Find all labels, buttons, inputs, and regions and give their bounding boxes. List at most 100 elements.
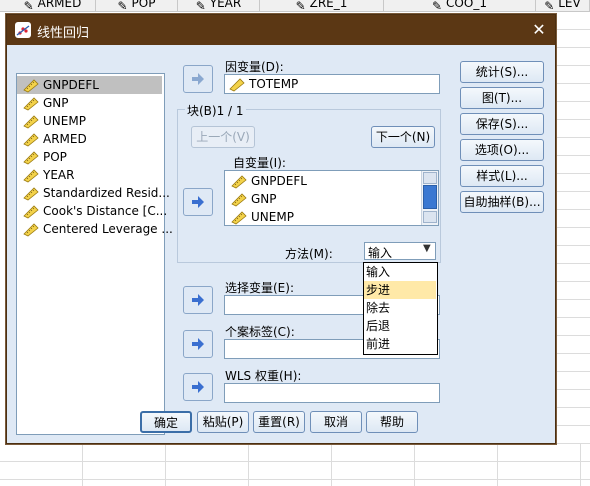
source-variable-item[interactable]: GNP xyxy=(17,94,162,112)
method-option[interactable]: 输入 xyxy=(364,263,436,281)
independent-variable-item[interactable]: GNPDEFL xyxy=(225,172,307,190)
ruler-icon xyxy=(229,78,245,92)
method-select[interactable]: 输入 ▼ xyxy=(364,242,436,260)
source-variable-label: Centered Leverage ... xyxy=(43,222,173,236)
scroll-up-button[interactable] xyxy=(423,172,437,184)
close-button[interactable]: ✕ xyxy=(529,20,549,40)
column-header-coo1[interactable]: ✎ COO_1 xyxy=(384,0,536,12)
source-variable-item[interactable]: Standardized Resid... xyxy=(17,184,170,202)
linear-regression-dialog: 线性回归 ✕ GNPDEFL GNP UNEMP ARMED POP YEAR Standa… xyxy=(6,14,556,444)
independent-label: 自变量(I): xyxy=(233,156,286,170)
column-header-zre1[interactable]: ✎ ZRE_1 xyxy=(260,0,384,12)
move-to-independent-button[interactable] xyxy=(183,188,213,216)
source-variable-label: Cook's Distance [C... xyxy=(43,204,168,218)
source-variable-item[interactable]: Centered Leverage ... xyxy=(17,220,173,238)
ruler-icon xyxy=(23,204,39,218)
dependent-field[interactable]: TOTEMP xyxy=(224,74,440,94)
ruler-icon: ✎ xyxy=(23,0,34,12)
source-variable-item[interactable]: YEAR xyxy=(17,166,162,184)
case-label: 个案标签(C): xyxy=(225,325,295,339)
next-block-button[interactable]: 下一个(N) xyxy=(371,126,435,148)
spreadsheet-header: ✎ ARMED ✎ POP ✎ YEAR ✎ ZRE_1 ✎ COO_1 ✎ LEV xyxy=(0,0,590,12)
wls-label: WLS 权重(H): xyxy=(225,369,302,383)
help-button[interactable]: 帮助 xyxy=(366,411,418,433)
independent-variable-item[interactable]: GNP xyxy=(225,190,277,208)
source-variable-item[interactable]: Cook's Distance [C... xyxy=(17,202,167,220)
source-variable-label: ARMED xyxy=(43,132,87,146)
method-option[interactable]: 前进 xyxy=(364,335,436,353)
independent-variable-label: GNP xyxy=(251,192,277,206)
source-variable-label: GNP xyxy=(43,96,69,110)
ruler-icon xyxy=(23,222,39,236)
right-arrow-icon xyxy=(192,196,204,208)
scroll-thumb[interactable] xyxy=(423,185,437,209)
move-to-dependent-button[interactable] xyxy=(183,65,213,93)
dependent-value: TOTEMP xyxy=(249,77,299,91)
block-label: 块(B)1 / 1 xyxy=(185,102,246,119)
independent-scrollbar[interactable] xyxy=(421,171,438,225)
ok-button[interactable]: 确定 xyxy=(140,411,192,433)
statistics-button[interactable]: 统计(S)... xyxy=(460,61,544,83)
dialog-title: 线性回归 xyxy=(37,26,90,41)
move-to-wls-button[interactable] xyxy=(183,373,213,401)
move-to-selection-button[interactable] xyxy=(183,286,213,314)
method-option[interactable]: 后退 xyxy=(364,317,436,335)
cancel-button[interactable]: 取消 xyxy=(310,411,362,433)
ruler-icon: ✎ xyxy=(117,0,128,12)
ruler-icon: ✎ xyxy=(195,0,206,12)
ruler-icon xyxy=(23,150,39,164)
plots-button[interactable]: 图(T)... xyxy=(460,87,544,109)
options-button[interactable]: 选项(O)... xyxy=(460,139,544,161)
source-variable-item[interactable]: ARMED xyxy=(17,130,162,148)
previous-block-button[interactable]: 上一个(V) xyxy=(191,126,255,148)
paste-button[interactable]: 粘贴(P) xyxy=(197,411,249,433)
ruler-icon xyxy=(23,96,39,110)
column-header-armed[interactable]: ✎ ARMED xyxy=(10,0,96,12)
independent-variable-list[interactable]: GNPDEFL GNP UNEMP xyxy=(224,170,439,226)
source-variable-item[interactable]: GNPDEFL xyxy=(17,76,162,94)
source-variable-item[interactable]: UNEMP xyxy=(17,112,162,130)
spreadsheet-grid xyxy=(552,12,590,486)
method-label: 方法(M): xyxy=(285,247,333,261)
source-variable-list[interactable]: GNPDEFL GNP UNEMP ARMED POP YEAR Standardized … xyxy=(16,73,173,435)
right-arrow-icon xyxy=(192,338,204,350)
ruler-icon: ✎ xyxy=(295,0,306,12)
ruler-icon xyxy=(231,174,247,188)
right-arrow-icon xyxy=(192,73,204,85)
source-variable-label: YEAR xyxy=(43,168,75,182)
method-option[interactable]: 除去 xyxy=(364,299,436,317)
ruler-icon: ✎ xyxy=(432,0,443,12)
ruler-icon xyxy=(23,168,39,182)
method-dropdown-list[interactable]: 输入 步进 除去 后退 前进 xyxy=(363,262,438,355)
reset-button[interactable]: 重置(R) xyxy=(253,411,305,433)
column-header-lev[interactable]: ✎ LEV xyxy=(536,0,590,12)
source-variable-label: POP xyxy=(43,150,67,164)
ruler-icon xyxy=(23,132,39,146)
ruler-icon: ✎ xyxy=(544,0,555,12)
style-button[interactable]: 样式(L)... xyxy=(460,165,544,187)
column-header-pop[interactable]: ✎ POP xyxy=(96,0,178,12)
dependent-label: 因变量(D): xyxy=(225,60,284,74)
bootstrap-button[interactable]: 自助抽样(B)... xyxy=(460,191,544,213)
scroll-down-button[interactable] xyxy=(423,211,437,223)
right-arrow-icon xyxy=(192,381,204,393)
independent-variable-label: GNPDEFL xyxy=(251,174,307,188)
source-variable-label: UNEMP xyxy=(43,114,86,128)
chevron-down-icon: ▼ xyxy=(423,243,431,254)
method-selected-value: 输入 xyxy=(368,246,393,260)
regression-app-icon xyxy=(15,22,31,38)
ruler-icon xyxy=(231,192,247,206)
ruler-icon xyxy=(23,186,39,200)
independent-variable-item[interactable]: UNEMP xyxy=(225,208,294,225)
selection-label: 选择变量(E): xyxy=(225,281,294,295)
title-bar: 线性回归 ✕ xyxy=(7,15,555,45)
move-to-case-label-button[interactable] xyxy=(183,330,213,358)
wls-field[interactable] xyxy=(224,383,440,403)
source-variable-item[interactable]: POP xyxy=(17,148,162,166)
save-button[interactable]: 保存(S)... xyxy=(460,113,544,135)
ruler-icon xyxy=(23,114,39,128)
spreadsheet-grid xyxy=(0,444,590,486)
method-option[interactable]: 步进 xyxy=(364,281,436,299)
ruler-icon xyxy=(231,210,247,224)
column-header-year[interactable]: ✎ YEAR xyxy=(178,0,260,12)
